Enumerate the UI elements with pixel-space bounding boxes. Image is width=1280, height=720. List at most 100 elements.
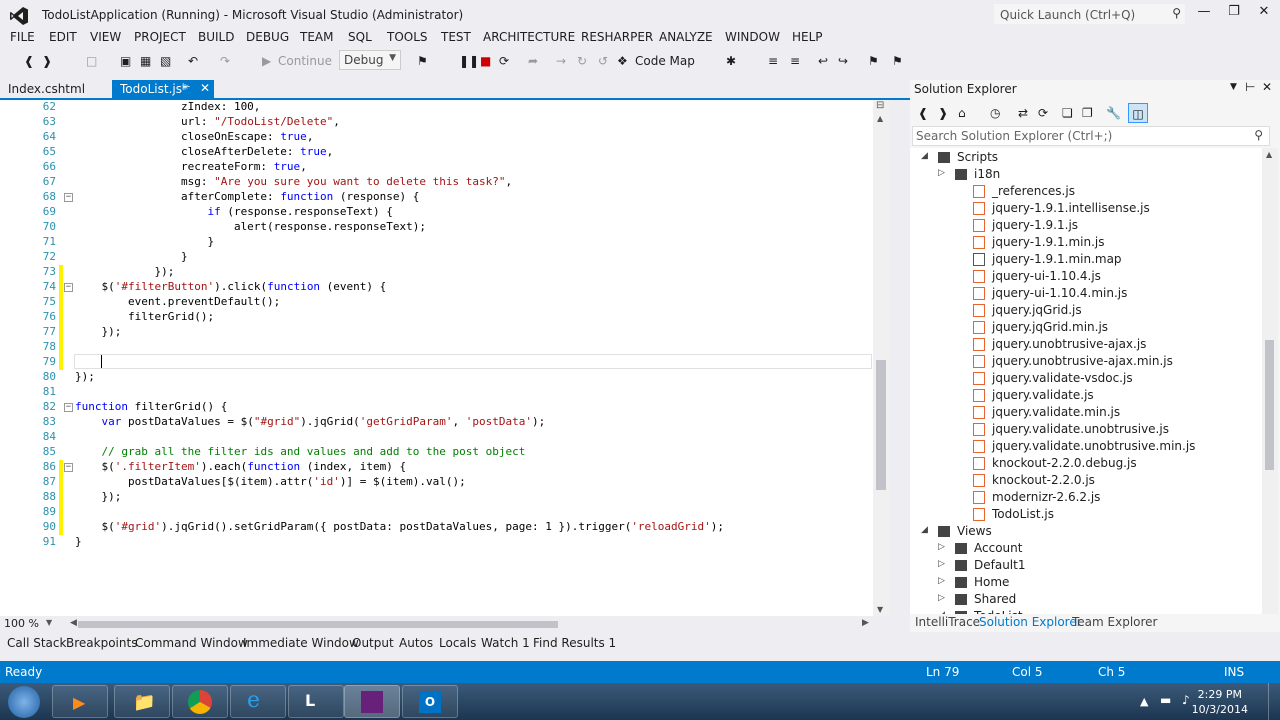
forward-icon[interactable]: ❱ [938,103,948,123]
tab-team-explorer[interactable]: Team Explorer [1072,615,1158,629]
tab-index-cshtml[interactable]: Index.cshtml [0,80,110,98]
tab-immediate-window[interactable]: Immediate Window [243,636,359,650]
menu-file[interactable]: FILE [10,30,35,44]
notification-chevron-icon[interactable]: ▲ [1140,695,1148,708]
code-map-button[interactable]: Code Map [635,51,695,71]
home-icon[interactable]: ⌂ [958,103,966,123]
code-line[interactable]: 64 closeOnEscape: true, [0,130,870,145]
collapsed-arrow-icon[interactable]: ▷ [938,559,948,569]
tree-item[interactable]: jquery.jqGrid.js [910,302,1262,319]
stop-icon[interactable]: ■ [480,51,491,71]
step-over-icon[interactable]: ↻ [577,51,587,71]
code-line[interactable]: 88 }); [0,490,870,505]
sync-icon[interactable]: ⇄ [1018,103,1028,123]
visual-studio-taskbar-icon[interactable] [344,685,400,718]
menu-project[interactable]: PROJECT [134,30,186,44]
tree-item[interactable]: jquery-1.9.1.intellisense.js [910,200,1262,217]
pin-icon[interactable]: ⊢ [182,82,191,93]
pause-icon[interactable]: ❚❚ [459,51,479,71]
tree-item[interactable]: jquery-1.9.1.min.map [910,251,1262,268]
code-line[interactable]: 85 // grab all the filter ids and values… [0,445,870,460]
tree-item[interactable]: jquery.unobtrusive-ajax.min.js [910,353,1262,370]
code-line[interactable]: 67 msg: "Are you sure you want to delete… [0,175,870,190]
code-line[interactable]: 74− $('#filterButton').click(function (e… [0,280,870,295]
code-line[interactable]: 84 [0,430,870,445]
hex-icon[interactable]: ✱ [726,51,736,71]
expanded-arrow-icon[interactable]: ◢ [921,525,931,535]
tree-item[interactable]: jquery-1.9.1.min.js [910,234,1262,251]
tab-locals[interactable]: Locals [439,636,476,650]
tree-item[interactable]: jquery.unobtrusive-ajax.js [910,336,1262,353]
lync-icon[interactable]: L [288,685,344,718]
internet-explorer-icon[interactable]: e [230,685,286,718]
code-line[interactable]: 82− function filterGrid() { [0,400,870,415]
scroll-left-icon[interactable]: ◀ [70,618,77,628]
code-line[interactable]: 70 alert(response.responseText); [0,220,870,235]
bookmark-icon[interactable]: ⚑ [868,51,879,71]
editor-vertical-scroll-thumb[interactable] [876,360,886,490]
maximize-button[interactable]: ❐ [1220,4,1248,24]
refresh-icon[interactable]: ⟳ [1038,103,1048,123]
tab-command-window[interactable]: Command Window [135,636,248,650]
save-all-2-icon[interactable]: ▧ [160,51,171,71]
start-button-icon[interactable] [8,686,40,718]
expanded-arrow-icon[interactable]: ◢ [921,151,931,161]
tree-item[interactable]: ◢ Views [910,523,1262,540]
tree-item[interactable]: ▷ Default1 [910,557,1262,574]
menu-debug[interactable]: DEBUG [246,30,289,44]
menu-team[interactable]: TEAM [300,30,333,44]
tree-item[interactable]: knockout-2.2.0.debug.js [910,455,1262,472]
code-line[interactable]: 86− $('.filterItem').each(function (inde… [0,460,870,475]
minimize-button[interactable]: — [1190,4,1218,24]
code-line[interactable]: 91} [0,535,870,550]
file-explorer-icon[interactable]: 📁 [114,685,170,718]
menu-architecture[interactable]: ARCHITECTURE [483,30,575,44]
code-line[interactable]: 89 [0,505,870,520]
collapse-region-icon[interactable]: − [64,403,73,412]
code-line[interactable]: 63 url: "/TodoList/Delete", [0,115,870,130]
preview-icon[interactable]: ◫ [1128,103,1148,123]
volume-icon[interactable]: ♪ [1182,693,1190,707]
tree-item[interactable]: jquery-ui-1.10.4.min.js [910,285,1262,302]
tree-item[interactable]: jquery.validate.js [910,387,1262,404]
tab-find-results-1[interactable]: Find Results 1 [533,636,616,650]
code-line[interactable]: 81 [0,385,870,400]
bookmark-next-icon[interactable]: ↪ [838,51,848,71]
collapse-region-icon[interactable]: − [64,193,73,202]
code-line[interactable]: 76 filterGrid(); [0,310,870,325]
system-clock[interactable]: 2:29 PM 10/3/2014 [1192,687,1248,717]
quick-launch-input[interactable]: Quick Launch (Ctrl+Q) ⚲ [993,3,1186,25]
code-line[interactable]: 69 if (response.responseText) { [0,205,870,220]
collapse-all-icon[interactable]: ❏ [1062,103,1073,123]
tab-watch-1[interactable]: Watch 1 [481,636,530,650]
tree-item[interactable]: modernizr-2.6.2.js [910,489,1262,506]
step-out-icon[interactable]: ↺ [598,51,608,71]
network-icon[interactable]: ▬ [1160,693,1171,707]
tab-autos[interactable]: Autos [399,636,433,650]
tree-item[interactable]: jquery.jqGrid.min.js [910,319,1262,336]
code-line[interactable]: 77 }); [0,325,870,340]
zoom-level-dropdown[interactable]: 100 % ▼ [4,617,68,631]
menu-resharper[interactable]: RESHARPER [581,30,653,44]
chrome-icon[interactable] [172,685,228,718]
code-line[interactable]: 79 [0,355,870,370]
tab-todolist-js[interactable]: TodoList.js* ⊢ ✕ [112,80,214,98]
tree-item[interactable]: jquery.validate.unobtrusive.js [910,421,1262,438]
collapsed-arrow-icon[interactable]: ▷ [938,576,948,586]
code-line[interactable]: 78 [0,340,870,355]
tree-item[interactable]: ▷ i18n [910,166,1262,183]
solution-explorer-scroll-thumb[interactable] [1265,340,1274,470]
back-icon[interactable]: ❰ [918,103,928,123]
menu-test[interactable]: TEST [441,30,471,44]
code-line[interactable]: 68− afterComplete: function (response) { [0,190,870,205]
pending-changes-icon[interactable]: ◷ [990,103,1000,123]
close-button[interactable]: ✕ [1250,4,1278,24]
tab-solution-explorer[interactable]: Solution Explorer [979,615,1082,629]
tree-item[interactable]: knockout-2.2.0.js [910,472,1262,489]
menu-edit[interactable]: EDIT [49,30,77,44]
show-all-files-icon[interactable]: ❐ [1082,103,1093,123]
code-line[interactable]: 65 closeAfterDelete: true, [0,145,870,160]
menu-help[interactable]: HELP [792,30,823,44]
tree-item[interactable]: jquery.validate.unobtrusive.min.js [910,438,1262,455]
tree-item[interactable]: ▷ Home [910,574,1262,591]
